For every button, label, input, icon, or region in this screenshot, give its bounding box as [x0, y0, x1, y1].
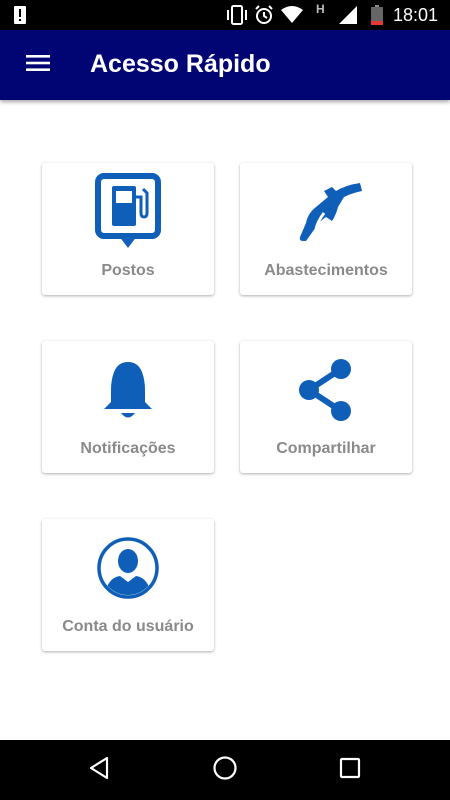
gas-station-pin-icon: [42, 171, 214, 253]
card-postos[interactable]: Postos: [42, 163, 214, 295]
home-button[interactable]: [210, 755, 240, 785]
wifi-icon: [281, 6, 303, 29]
app-bar: Acesso Rápido: [0, 30, 450, 100]
menu-button[interactable]: [16, 45, 60, 85]
card-compartilhar[interactable]: Compartilhar: [240, 341, 412, 473]
network-type-indicator: H: [316, 2, 325, 16]
card-label: Postos: [101, 262, 155, 279]
hamburger-menu-icon: [26, 54, 50, 77]
share-icon: [240, 349, 412, 431]
system-nav-bar: [0, 740, 450, 800]
signal-icon: [339, 6, 357, 29]
card-label: Compartilhar: [276, 440, 376, 457]
card-label: Notificações: [80, 440, 176, 457]
battery-icon: [371, 5, 383, 30]
recents-button[interactable]: [335, 755, 365, 785]
alert-icon: [14, 6, 26, 29]
alarm-icon: [254, 5, 274, 30]
recents-icon: [338, 756, 362, 785]
back-button[interactable]: [84, 755, 114, 785]
status-bar: H 18:01: [0, 0, 450, 30]
fuel-nozzle-icon: [240, 171, 412, 253]
home-icon: [212, 755, 238, 786]
page-title: Acesso Rápido: [90, 50, 271, 78]
bell-icon: [42, 349, 214, 431]
status-clock: 18:01: [393, 5, 439, 25]
card-label: Abastecimentos: [264, 262, 388, 279]
card-conta-do-usuario[interactable]: Conta do usuário: [42, 519, 214, 651]
back-icon: [87, 755, 111, 786]
user-account-icon: [42, 527, 214, 609]
vibrate-icon: [226, 5, 248, 30]
card-abastecimentos[interactable]: Abastecimentos: [240, 163, 412, 295]
card-label: Conta do usuário: [62, 618, 194, 635]
card-notificacoes[interactable]: Notificações: [42, 341, 214, 473]
